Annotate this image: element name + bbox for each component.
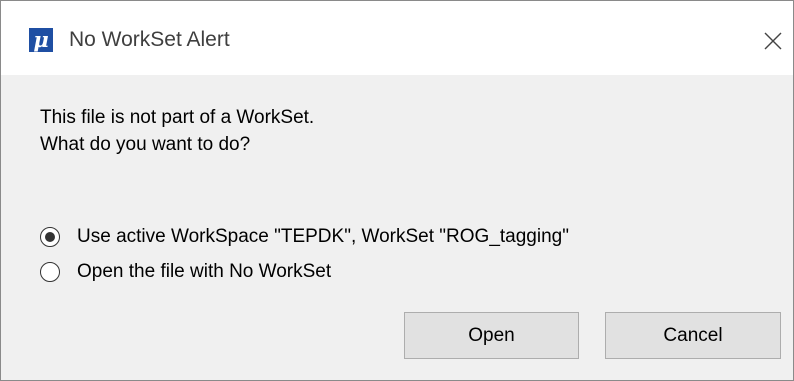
message-line-1: This file is not part of a WorkSet. [40, 107, 315, 128]
radio-dot [45, 232, 55, 242]
option-label-open-no-workset: Open the file with No WorkSet [77, 261, 332, 282]
radio-button-unselected[interactable] [40, 262, 60, 282]
close-button[interactable] [757, 25, 789, 57]
alert-message: This file is not part of a WorkSet. What… [40, 104, 314, 158]
dialog-title: No WorkSet Alert [69, 28, 230, 51]
option-use-active-workspace[interactable]: Use active WorkSpace "TEPDK", WorkSet "R… [40, 226, 569, 248]
cancel-button[interactable]: Cancel [605, 312, 781, 359]
title-bar: μ No WorkSet Alert [1, 1, 793, 75]
message-line-2: What do you want to do? [40, 134, 251, 155]
open-button[interactable]: Open [404, 312, 579, 359]
option-label-use-active-workspace: Use active WorkSpace "TEPDK", WorkSet "R… [77, 226, 569, 247]
option-open-no-workset[interactable]: Open the file with No WorkSet [40, 261, 331, 283]
radio-button-selected[interactable] [40, 227, 60, 247]
microstation-mu-icon: μ [29, 28, 53, 52]
no-workset-alert-dialog: μ No WorkSet Alert This file is not part… [0, 0, 794, 381]
close-icon [764, 32, 782, 50]
